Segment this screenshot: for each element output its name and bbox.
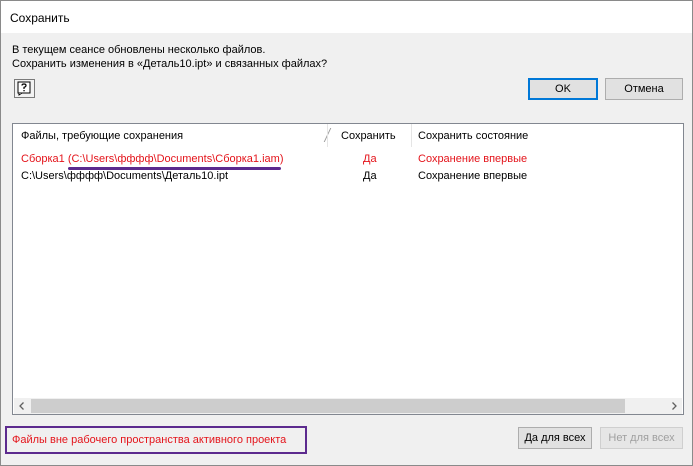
chevron-left-icon: [19, 402, 24, 410]
scroll-left-button[interactable]: [14, 398, 30, 414]
title-bar: Сохранить: [1, 1, 692, 33]
window-title: Сохранить: [10, 11, 70, 25]
save-value[interactable]: Да: [363, 168, 377, 184]
column-header-files[interactable]: Файлы, требующие сохранения: [21, 124, 183, 147]
chevron-right-icon: [672, 402, 677, 410]
ok-button[interactable]: OK: [528, 78, 598, 100]
message-line-2: Сохранить изменения в «Деталь10.ipt» и с…: [12, 58, 328, 70]
message-line-1: В текущем сеансе обновлены несколько фай…: [12, 44, 266, 56]
save-state: Сохранение впервые: [418, 153, 528, 165]
annotation-underline: [68, 167, 281, 170]
file-path: Сборка1 (C:\Users\фффф\Documents\Сборка1…: [21, 153, 284, 165]
scrollbar-thumb[interactable]: [31, 399, 625, 413]
no-for-all-button[interactable]: Нет для всех: [600, 427, 683, 449]
yes-for-all-button[interactable]: Да для всех: [518, 427, 592, 449]
column-header-save[interactable]: Сохранить: [341, 124, 396, 147]
footer-note-text: Файлы вне рабочего пространства активног…: [12, 434, 287, 446]
column-divider: [411, 124, 412, 147]
file-path: C:\Users\фффф\Documents\Деталь10.ipt: [21, 170, 229, 182]
dialog-message: В текущем сеансе обновлены несколько фай…: [12, 43, 327, 71]
save-value[interactable]: Да: [363, 151, 377, 167]
table-row[interactable]: C:\Users\фффф\Documents\Деталь10.ipt Да …: [13, 168, 668, 184]
horizontal-scrollbar[interactable]: [14, 398, 682, 414]
table-row[interactable]: Сборка1 (C:\Users\фффф\Documents\Сборка1…: [13, 151, 668, 167]
column-header-state[interactable]: Сохранить состояние: [418, 124, 528, 147]
column-divider: [327, 124, 328, 147]
scroll-right-button[interactable]: [666, 398, 682, 414]
cancel-button[interactable]: Отмена: [605, 78, 683, 100]
help-icon: [17, 81, 31, 96]
annotation-box: Файлы вне рабочего пространства активног…: [5, 426, 307, 454]
help-button[interactable]: [14, 79, 35, 98]
save-dialog: Сохранить В текущем сеансе обновлены нес…: [0, 0, 693, 466]
save-state: Сохранение впервые: [418, 170, 528, 182]
